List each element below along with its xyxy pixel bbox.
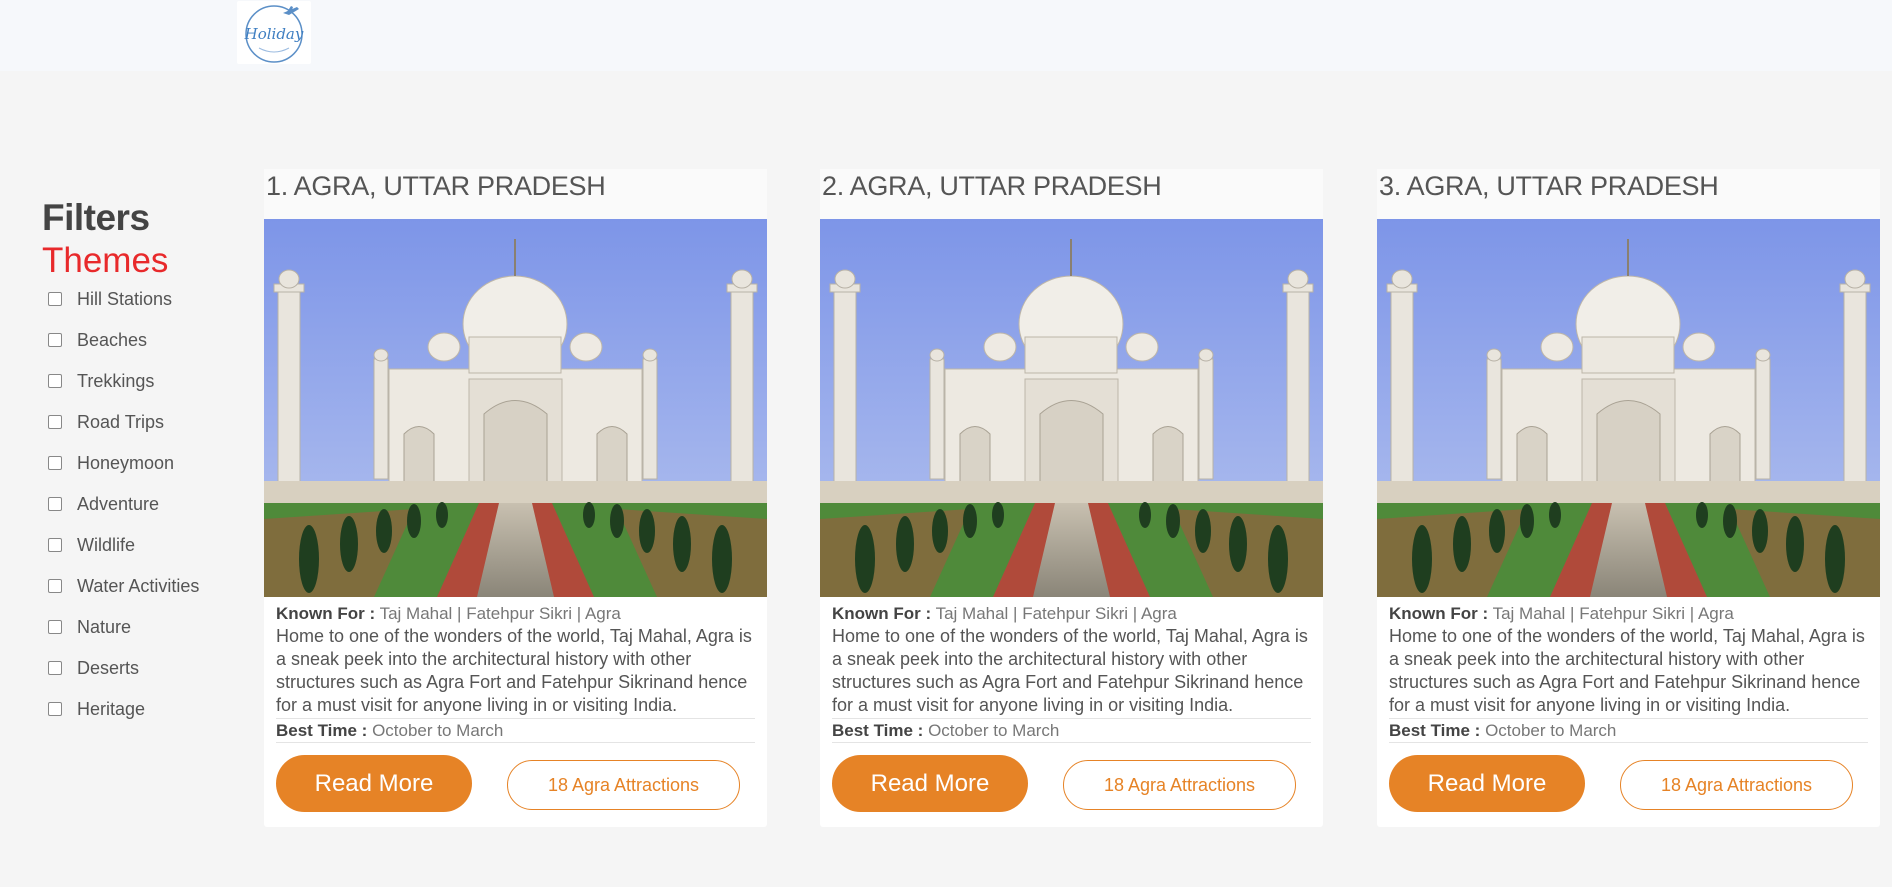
card-actions: Read More 18 Agra Attractions (820, 743, 1323, 823)
themes-title: Themes (42, 241, 169, 280)
filters-panel: Filters Themes Hill Stations Beaches Tre… (42, 196, 242, 739)
theme-label: Hill Stations (77, 289, 173, 309)
checkbox[interactable] (48, 661, 62, 675)
site-logo[interactable]: Holiday (237, 1, 311, 64)
theme-filter-nature[interactable]: Nature (42, 616, 242, 657)
theme-filter-beaches[interactable]: Beaches (42, 329, 242, 370)
attractions-button[interactable]: 18 Agra Attractions (507, 760, 740, 810)
destination-title: 1. AGRA, UTTAR PRADESH (264, 169, 767, 219)
best-time: Best Time : October to March (276, 718, 755, 743)
taj-mahal-image (1377, 219, 1880, 597)
best-time-value: October to March (372, 721, 504, 740)
read-more-button[interactable]: Read More (276, 755, 472, 812)
known-for-label: Known For : (276, 604, 376, 623)
destination-info: Known For : Taj Mahal | Fatehpur Sikri |… (820, 597, 1323, 743)
destination-title: 2. AGRA, UTTAR PRADESH (820, 169, 1323, 219)
destination-description: Home to one of the wonders of the world,… (276, 626, 752, 715)
destination-card: 1. AGRA, UTTAR PRADESH Known For : Taj M… (264, 169, 767, 827)
theme-label: Water Activities (77, 576, 200, 596)
theme-label: Road Trips (77, 412, 165, 432)
known-for-value: Taj Mahal | Fatehpur Sikri | Agra (379, 604, 621, 623)
destination-description: Home to one of the wonders of the world,… (1389, 626, 1865, 715)
known-for: Known For : Taj Mahal | Fatehpur Sikri |… (1389, 604, 1868, 624)
theme-filter-honeymoon[interactable]: Honeymoon (42, 452, 242, 493)
theme-filter-deserts[interactable]: Deserts (42, 657, 242, 698)
card-actions: Read More 18 Agra Attractions (1377, 743, 1880, 823)
checkbox[interactable] (48, 497, 62, 511)
checkbox[interactable] (48, 415, 62, 429)
theme-label: Trekkings (77, 371, 155, 391)
known-for-value: Taj Mahal | Fatehpur Sikri | Agra (1492, 604, 1734, 623)
theme-label: Wildlife (77, 535, 136, 555)
destination-title: 3. AGRA, UTTAR PRADESH (1377, 169, 1880, 219)
checkbox[interactable] (48, 620, 62, 634)
theme-label: Honeymoon (77, 453, 175, 473)
theme-filter-hill-stations[interactable]: Hill Stations (42, 288, 242, 329)
theme-filter-adventure[interactable]: Adventure (42, 493, 242, 534)
theme-filter-wildlife[interactable]: Wildlife (42, 534, 242, 575)
checkbox[interactable] (48, 333, 62, 347)
destination-description: Home to one of the wonders of the world,… (832, 626, 1308, 715)
theme-filter-road-trips[interactable]: Road Trips (42, 411, 242, 452)
checkbox[interactable] (48, 538, 62, 552)
best-time-label: Best Time : (276, 721, 368, 740)
attractions-button[interactable]: 18 Agra Attractions (1063, 760, 1296, 810)
theme-label: Heritage (77, 699, 146, 719)
destination-info: Known For : Taj Mahal | Fatehpur Sikri |… (1377, 597, 1880, 743)
best-time: Best Time : October to March (832, 718, 1311, 743)
theme-label: Nature (77, 617, 132, 637)
holiday-logo-icon: Holiday (244, 5, 304, 63)
card-actions: Read More 18 Agra Attractions (264, 743, 767, 823)
theme-label: Beaches (77, 330, 148, 350)
taj-mahal-image (820, 219, 1323, 597)
filters-title: Filters (42, 197, 150, 238)
checkbox[interactable] (48, 292, 62, 306)
best-time-label: Best Time : (1389, 721, 1481, 740)
best-time-value: October to March (1485, 721, 1617, 740)
theme-filter-heritage[interactable]: Heritage (42, 698, 242, 739)
theme-filter-list: Hill Stations Beaches Trekkings Road Tri… (42, 288, 242, 739)
destination-card: 3. AGRA, UTTAR PRADESH Known For : Taj M… (1377, 169, 1880, 827)
checkbox[interactable] (48, 456, 62, 470)
read-more-button[interactable]: Read More (1389, 755, 1585, 812)
logo-text: Holiday (244, 25, 304, 43)
known-for: Known For : Taj Mahal | Fatehpur Sikri |… (832, 604, 1311, 624)
destination-info: Known For : Taj Mahal | Fatehpur Sikri |… (264, 597, 767, 743)
theme-filter-trekkings[interactable]: Trekkings (42, 370, 242, 411)
checkbox[interactable] (48, 374, 62, 388)
best-time-label: Best Time : (832, 721, 924, 740)
top-navbar: Holiday (0, 0, 1892, 71)
taj-mahal-image (264, 219, 767, 597)
theme-label: Adventure (77, 494, 160, 514)
checkbox[interactable] (48, 579, 62, 593)
best-time: Best Time : October to March (1389, 718, 1868, 743)
best-time-value: October to March (928, 721, 1060, 740)
theme-label: Deserts (77, 658, 140, 678)
known-for: Known For : Taj Mahal | Fatehpur Sikri |… (276, 604, 755, 624)
checkbox[interactable] (48, 702, 62, 716)
attractions-button[interactable]: 18 Agra Attractions (1620, 760, 1853, 810)
destination-card: 2. AGRA, UTTAR PRADESH Known For : Taj M… (820, 169, 1323, 827)
read-more-button[interactable]: Read More (832, 755, 1028, 812)
known-for-label: Known For : (832, 604, 932, 623)
theme-filter-water-activities[interactable]: Water Activities (42, 575, 242, 616)
known-for-label: Known For : (1389, 604, 1489, 623)
known-for-value: Taj Mahal | Fatehpur Sikri | Agra (935, 604, 1177, 623)
